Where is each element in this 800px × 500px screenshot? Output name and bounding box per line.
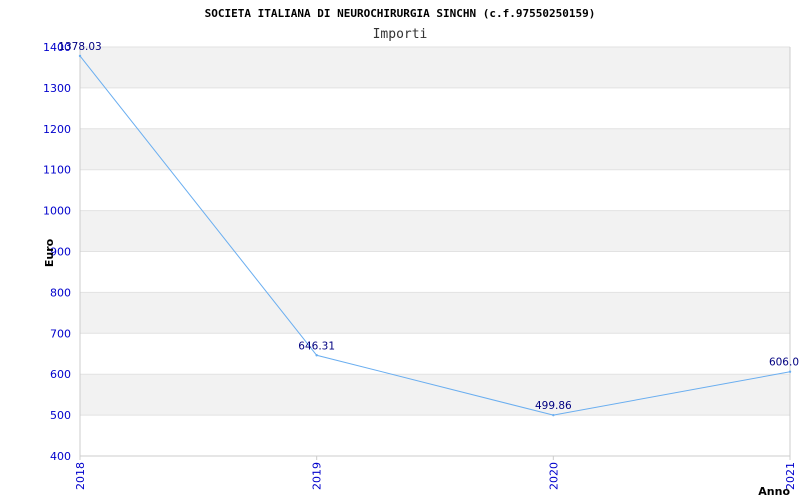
grid-band <box>80 374 790 416</box>
grid-band <box>80 128 790 170</box>
y-tick-label: 1300 <box>43 82 71 95</box>
chart-subtitle: Importi <box>373 27 428 42</box>
data-label: 606.0 <box>769 357 799 369</box>
y-tick-label: 600 <box>50 368 71 381</box>
data-point <box>315 354 318 357</box>
grid-band <box>80 415 790 456</box>
x-axis-label: Anno <box>758 485 790 498</box>
y-tick-label: 400 <box>50 450 71 463</box>
y-tick-label: 1000 <box>43 205 71 218</box>
grid-band <box>80 333 790 375</box>
y-tick-label: 500 <box>50 409 71 422</box>
x-tick-label: 2020 <box>547 462 560 490</box>
grid-band <box>80 292 790 334</box>
data-label: 646.31 <box>298 340 335 352</box>
data-point <box>552 413 555 417</box>
data-label: 1378.03 <box>58 41 101 53</box>
y-tick-label: 800 <box>50 286 71 299</box>
data-label: 499.86 <box>535 400 572 412</box>
grid-band <box>80 87 790 129</box>
y-tick-label: 1200 <box>43 123 71 136</box>
grid-band <box>80 47 790 88</box>
line-chart: SOCIETA ITALIANA DI NEUROCHIRURGIA SINCH… <box>43 7 799 498</box>
y-axis-label: Euro <box>43 238 56 267</box>
x-tick-label: 2019 <box>311 462 324 490</box>
chart-title: SOCIETA ITALIANA DI NEUROCHIRURGIA SINCH… <box>205 7 596 20</box>
data-point <box>78 54 82 58</box>
data-point <box>788 370 792 373</box>
y-tick-label: 700 <box>50 327 71 340</box>
grid-band <box>80 251 790 293</box>
x-tick-label: 2018 <box>74 462 87 490</box>
grid-band <box>80 210 790 252</box>
y-tick-label: 1100 <box>43 164 71 177</box>
plot-area: 4005006007008009001000110012001300140020… <box>43 41 799 490</box>
